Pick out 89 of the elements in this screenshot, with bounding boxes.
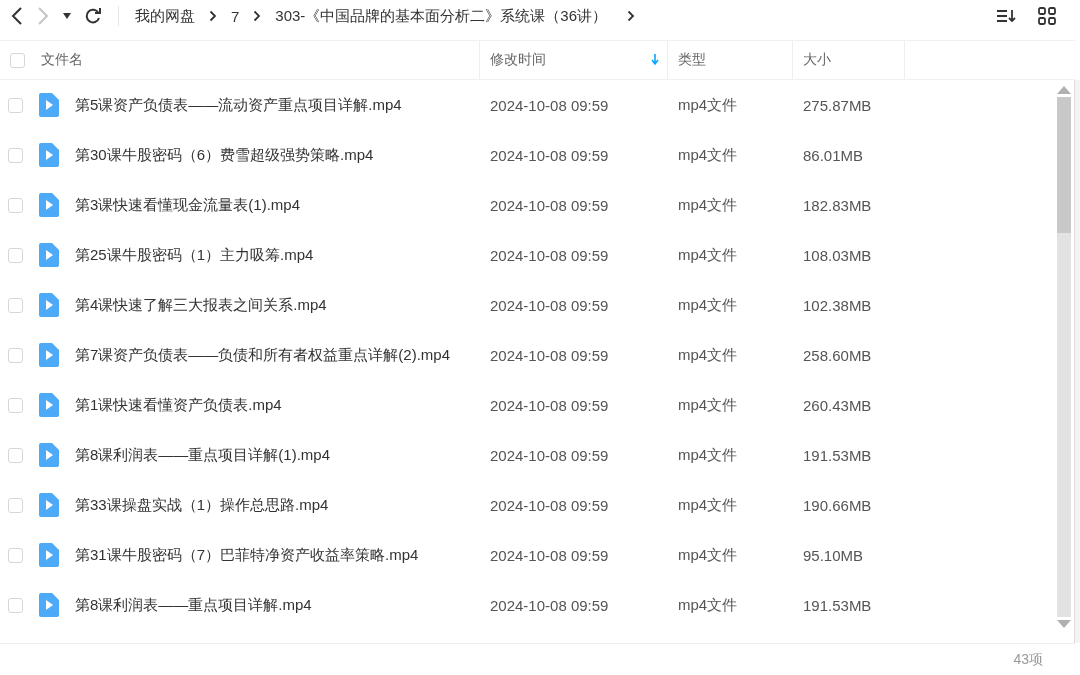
row-checkbox[interactable] bbox=[8, 597, 23, 613]
file-name[interactable]: 第3课快速看懂现金流量表(1).mp4 bbox=[75, 195, 301, 215]
file-size: 260.43MB bbox=[803, 396, 872, 414]
video-file-icon bbox=[39, 293, 59, 317]
file-type: mp4文件 bbox=[678, 145, 738, 165]
file-name[interactable]: 第31课牛股密码（7）巴菲特净资产收益率策略.mp4 bbox=[75, 545, 419, 565]
modified-time: 2024-10-08 09:59 bbox=[490, 546, 609, 564]
modified-time: 2024-10-08 09:59 bbox=[490, 446, 609, 464]
file-name[interactable]: 第8课利润表——重点项目详解(1).mp4 bbox=[75, 445, 331, 465]
sort-icon[interactable] bbox=[996, 8, 1016, 24]
row-checkbox[interactable] bbox=[8, 447, 23, 463]
chevron-right-icon bbox=[253, 10, 262, 22]
row-checkbox[interactable] bbox=[8, 197, 23, 213]
modified-time: 2024-10-08 09:59 bbox=[490, 96, 609, 114]
video-file-icon bbox=[39, 243, 59, 267]
video-file-icon bbox=[39, 493, 59, 517]
video-file-icon bbox=[39, 593, 59, 617]
row-checkbox[interactable] bbox=[8, 397, 23, 413]
column-header-cell[interactable]: 修改时间 bbox=[480, 41, 668, 79]
sort-down-icon bbox=[651, 54, 659, 66]
item-count: 43项 bbox=[1013, 650, 1043, 669]
file-name[interactable]: 第4课快速了解三大报表之间关系.mp4 bbox=[75, 295, 327, 315]
row-checkbox[interactable] bbox=[8, 347, 23, 363]
file-type: mp4文件 bbox=[678, 245, 738, 265]
file-size: 191.53MB bbox=[803, 446, 872, 464]
refresh-icon[interactable] bbox=[84, 7, 102, 25]
file-size: 86.01MB bbox=[803, 146, 864, 164]
video-file-icon bbox=[39, 343, 59, 367]
modified-time: 2024-10-08 09:59 bbox=[490, 496, 609, 514]
video-file-icon bbox=[39, 443, 59, 467]
file-name[interactable]: 第25课牛股密码（1）主力吸筹.mp4 bbox=[75, 245, 314, 265]
file-type: mp4文件 bbox=[678, 195, 738, 215]
file-type: mp4文件 bbox=[678, 95, 738, 115]
back-icon[interactable] bbox=[10, 6, 24, 26]
column-header-cell[interactable]: 文件名 bbox=[0, 41, 480, 79]
file-type: mp4文件 bbox=[678, 445, 738, 465]
file-size: 190.66MB bbox=[803, 496, 872, 514]
file-size: 95.10MB bbox=[803, 546, 864, 564]
select-all-checkbox[interactable] bbox=[10, 52, 25, 68]
scroll-down-icon[interactable] bbox=[1057, 620, 1071, 628]
file-name[interactable]: 第30课牛股密码（6）费雪超级强势策略.mp4 bbox=[75, 145, 374, 165]
file-size: 275.87MB bbox=[803, 96, 872, 114]
modified-time: 2024-10-08 09:59 bbox=[490, 346, 609, 364]
file-name[interactable]: 第5课资产负债表——流动资产重点项目详解.mp4 bbox=[75, 95, 402, 115]
modified-time: 2024-10-08 09:59 bbox=[490, 396, 609, 414]
column-header-cell[interactable]: 类型 bbox=[668, 41, 793, 79]
dropdown-caret-icon[interactable] bbox=[62, 12, 72, 20]
file-type: mp4文件 bbox=[678, 295, 738, 315]
video-file-icon bbox=[39, 143, 59, 167]
breadcrumb-link[interactable]: 我的网盘 bbox=[133, 6, 197, 26]
file-name[interactable]: 第8课利润表——重点项目详解.mp4 bbox=[75, 595, 312, 615]
breadcrumb-link[interactable]: 303-《中国品牌的基本面分析二》系统课（36讲） bbox=[273, 6, 610, 26]
video-file-icon bbox=[39, 193, 59, 217]
file-size: 108.03MB bbox=[803, 246, 872, 264]
file-type: mp4文件 bbox=[678, 545, 738, 565]
grid-view-icon[interactable] bbox=[1038, 7, 1056, 25]
file-type: mp4文件 bbox=[678, 345, 738, 365]
file-type: mp4文件 bbox=[678, 495, 738, 515]
row-checkbox[interactable] bbox=[8, 547, 23, 563]
file-size: 102.38MB bbox=[803, 296, 872, 314]
file-size: 191.53MB bbox=[803, 596, 872, 614]
file-size: 182.83MB bbox=[803, 196, 872, 214]
video-file-icon bbox=[39, 93, 59, 117]
modified-time: 2024-10-08 09:59 bbox=[490, 196, 609, 214]
file-size: 258.60MB bbox=[803, 346, 872, 364]
modified-time: 2024-10-08 09:59 bbox=[490, 596, 609, 614]
column-header-cell[interactable]: 大小 bbox=[793, 41, 905, 79]
row-checkbox[interactable] bbox=[8, 97, 23, 113]
scroll-up-icon[interactable] bbox=[1057, 86, 1071, 94]
chevron-right-icon bbox=[627, 10, 636, 22]
row-checkbox[interactable] bbox=[8, 497, 23, 513]
row-checkbox[interactable] bbox=[8, 147, 23, 163]
file-name[interactable]: 第7课资产负债表——负债和所有者权益重点详解(2).mp4 bbox=[75, 345, 451, 365]
file-name[interactable]: 第33课操盘实战（1）操作总思路.mp4 bbox=[75, 495, 329, 515]
scrollbar-track[interactable] bbox=[1057, 97, 1071, 617]
row-checkbox[interactable] bbox=[8, 247, 23, 263]
row-checkbox[interactable] bbox=[8, 297, 23, 313]
chevron-right-icon bbox=[209, 10, 217, 22]
video-file-icon bbox=[39, 543, 59, 567]
file-name[interactable]: 第1课快速看懂资产负债表.mp4 bbox=[75, 395, 282, 415]
forward-icon[interactable] bbox=[36, 6, 50, 26]
modified-time: 2024-10-08 09:59 bbox=[490, 146, 609, 164]
file-type: mp4文件 bbox=[678, 395, 738, 415]
breadcrumb-link[interactable]: 7 bbox=[229, 7, 242, 25]
scrollbar-thumb[interactable] bbox=[1057, 97, 1071, 233]
modified-time: 2024-10-08 09:59 bbox=[490, 246, 609, 264]
video-file-icon bbox=[39, 393, 59, 417]
modified-time: 2024-10-08 09:59 bbox=[490, 296, 609, 314]
file-type: mp4文件 bbox=[678, 595, 738, 615]
